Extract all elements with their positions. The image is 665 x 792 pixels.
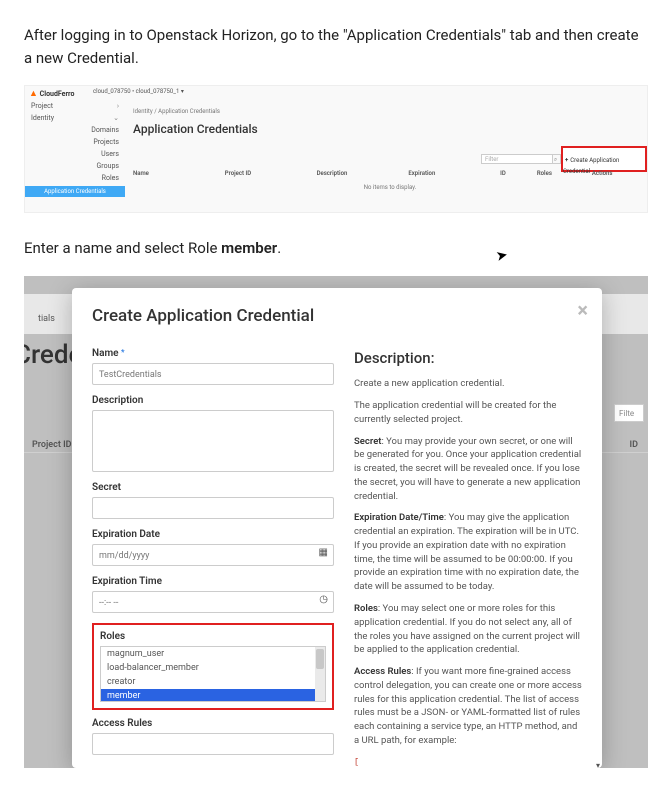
- sidebar-item-identity[interactable]: Identity⌄: [25, 112, 125, 124]
- expiration-time-input[interactable]: --:-- --: [92, 591, 334, 613]
- col-description: Description: [317, 170, 409, 177]
- brand-logo: ▲ CloudFerro: [29, 88, 74, 99]
- name-input[interactable]: TestCredentials: [92, 363, 334, 385]
- expiration-time-label: Expiration Time: [92, 576, 334, 587]
- col-name: Name: [133, 170, 225, 177]
- access-rules-label: Access Rules: [92, 718, 334, 729]
- top-breadcrumb[interactable]: cloud_078750 • cloud_078750_1 ▾: [93, 88, 184, 95]
- doc-step2: Enter a name and select Role member.: [24, 237, 641, 260]
- help-heading: Description:: [354, 348, 582, 370]
- calendar-icon[interactable]: ▦: [319, 547, 328, 558]
- search-icon[interactable]: ⌕: [551, 154, 561, 164]
- sidebar-item-projects[interactable]: Projects: [25, 136, 125, 148]
- sidebar-item-app-credentials[interactable]: Application Credentials: [25, 186, 125, 197]
- horizon-screenshot: ▲ CloudFerro cloud_078750 • cloud_078750…: [24, 85, 648, 213]
- table-header: Name Project ID Description Expiration I…: [133, 170, 647, 177]
- expiration-date-label: Expiration Date: [92, 529, 334, 540]
- access-rules-input[interactable]: [92, 733, 334, 755]
- sidebar-item-project[interactable]: Project›: [25, 100, 125, 112]
- chevron-down-icon[interactable]: ▾: [596, 761, 600, 768]
- col-roles: Roles: [537, 170, 592, 177]
- help-secret: Secret: You may provide your own secret,…: [354, 435, 582, 504]
- help-p2: The application credential will be creat…: [354, 399, 582, 427]
- sidebar-item-groups[interactable]: Groups: [25, 160, 125, 172]
- role-option[interactable]: magnum_user: [101, 647, 325, 661]
- bg-tials: tials: [38, 314, 55, 324]
- chevron-down-icon: ⌄: [113, 114, 119, 122]
- modal-screenshot: tials Crede Filte Project ID ID × Create…: [24, 276, 648, 768]
- table-empty-message: No items to display.: [133, 184, 647, 191]
- scrollbar[interactable]: [315, 647, 325, 701]
- description-textarea[interactable]: [92, 410, 334, 472]
- sidebar-item-domains[interactable]: Domains: [25, 124, 125, 136]
- roles-select[interactable]: magnum_user load-balancer_member creator…: [100, 646, 326, 702]
- expiration-date-input[interactable]: mm/dd/yyyy: [92, 544, 334, 566]
- role-option-selected[interactable]: member: [101, 689, 325, 702]
- sidebar-item-users[interactable]: Users: [25, 148, 125, 160]
- help-access-rules: Access Rules: If you want more fine-grai…: [354, 665, 582, 748]
- secret-label: Secret: [92, 482, 334, 493]
- breadcrumb: Identity / Application Credentials: [133, 108, 220, 115]
- clock-icon[interactable]: ◷: [319, 594, 328, 605]
- close-icon[interactable]: ×: [577, 300, 588, 320]
- help-panel: Description: Create a new application cr…: [354, 348, 582, 768]
- sidebar-item-roles[interactable]: Roles: [25, 172, 125, 184]
- help-roles: Roles: You may select one or more roles …: [354, 602, 582, 657]
- plus-icon: +: [565, 157, 568, 164]
- help-p1: Create a new application credential.: [354, 377, 582, 391]
- bg-id: ID: [630, 440, 638, 450]
- col-project-id: Project ID: [225, 170, 317, 177]
- description-label: Description: [92, 395, 334, 406]
- help-code: [ {"service": "compute",: [354, 756, 582, 768]
- role-option[interactable]: creator: [101, 675, 325, 689]
- create-credential-button[interactable]: +Create Application Credential: [561, 146, 647, 172]
- col-expiration: Expiration: [408, 170, 500, 177]
- bg-project-id: Project ID: [32, 440, 72, 450]
- flame-icon: ▲: [29, 89, 38, 99]
- modal-title: Create Application Credential: [92, 306, 582, 326]
- col-actions: Actions: [592, 170, 647, 177]
- name-label: Name *: [92, 348, 334, 359]
- roles-label: Roles: [100, 631, 326, 642]
- secret-input[interactable]: [92, 497, 334, 519]
- create-credential-modal: × Create Application Credential Name * T…: [72, 288, 602, 768]
- role-option[interactable]: load-balancer_member: [101, 661, 325, 675]
- help-expiration: Expiration Date/Time: You may give the a…: [354, 511, 582, 594]
- doc-intro: After logging in to Openstack Horizon, g…: [24, 24, 641, 69]
- sidebar: Project› Identity⌄ Domains Projects User…: [25, 100, 125, 197]
- filter-input[interactable]: Filter: [481, 154, 553, 164]
- col-id: ID: [500, 170, 537, 177]
- roles-highlight-box: Roles magnum_user load-balancer_member c…: [92, 623, 334, 710]
- chevron-right-icon: ›: [117, 102, 119, 110]
- bg-filter-input[interactable]: Filte: [614, 404, 644, 422]
- page-title: Application Credentials: [133, 122, 258, 136]
